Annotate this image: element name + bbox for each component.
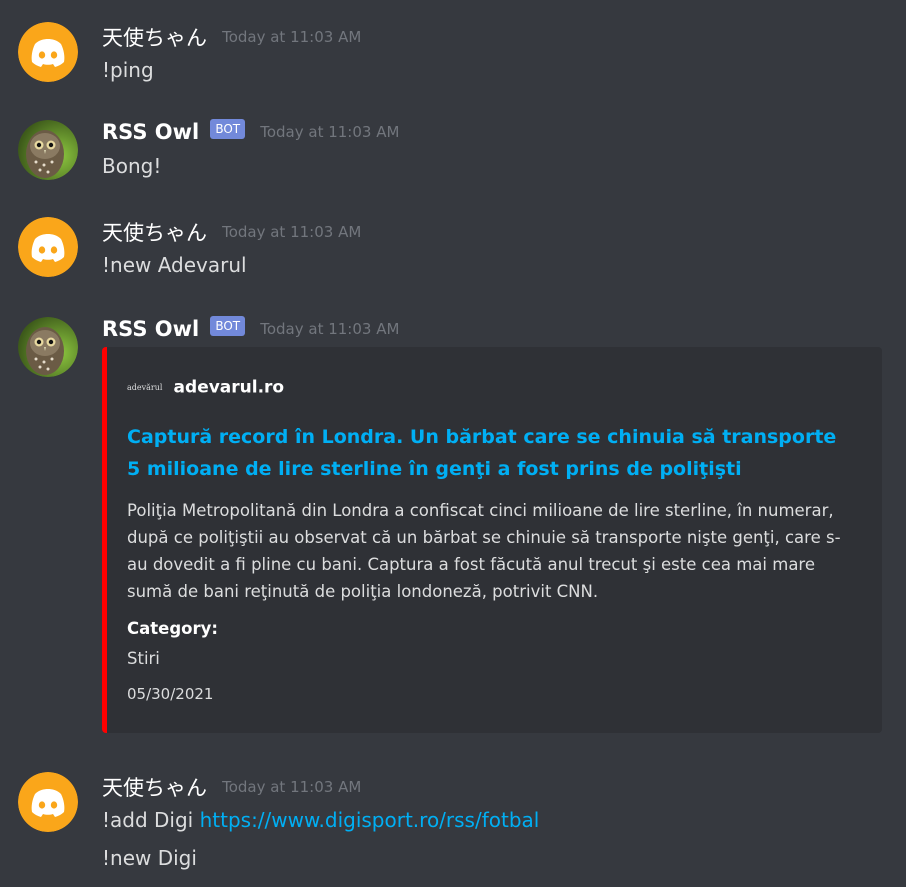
username[interactable]: 天使ちゃん [102, 221, 207, 245]
embed-author[interactable]: adevărul adevarul.ro [127, 377, 284, 398]
embed-description: Poliţia Metropolitană din Londra a confi… [127, 501, 841, 601]
message-header: 天使ちゃん Today at 11:03 AM [102, 772, 361, 800]
embed-title-link[interactable]: Captură record în Londra. Un bărbat care… [127, 421, 847, 485]
message-header: RSS Owl BOT Today at 11:03 AM [102, 119, 399, 148]
rss-link[interactable]: https://www.digisport.ro/rss/fotbal [200, 808, 540, 832]
discord-avatar-icon[interactable] [18, 217, 78, 277]
message-content: !new Digi [102, 846, 197, 870]
message-header: 天使ちゃん Today at 11:03 AM [102, 217, 361, 245]
message-header: RSS Owl BOT Today at 11:03 AM [102, 316, 399, 345]
timestamp[interactable]: Today at 11:03 AM [222, 223, 361, 241]
owl-avatar-icon[interactable] [18, 120, 78, 180]
timestamp[interactable]: Today at 11:03 AM [222, 778, 361, 796]
timestamp[interactable]: Today at 11:03 AM [260, 123, 399, 141]
embed-field-name: Category: [127, 619, 218, 638]
message-text: !add Digi [102, 808, 200, 832]
timestamp[interactable]: Today at 11:03 AM [260, 320, 399, 338]
message-header: 天使ちゃん Today at 11:03 AM [102, 22, 361, 50]
embed-footer-date: 05/30/2021 [127, 685, 214, 703]
message-content: !new Adevarul [102, 253, 247, 277]
message-content: !ping [102, 58, 154, 82]
owl-avatar-icon[interactable] [18, 317, 78, 377]
bot-tag: BOT [210, 119, 246, 139]
username[interactable]: 天使ちゃん [102, 776, 207, 800]
username[interactable]: 天使ちゃん [102, 26, 207, 50]
bot-tag: BOT [210, 316, 246, 336]
chat-messages: 天使ちゃん Today at 11:03 AM !ping RSS Owl BO… [0, 0, 906, 887]
rss-embed: adevărul adevarul.ro Captură record în L… [102, 347, 882, 733]
embed-author-name[interactable]: adevarul.ro [174, 378, 285, 398]
message-content: Bong! [102, 154, 162, 178]
timestamp[interactable]: Today at 11:03 AM [222, 28, 361, 46]
username[interactable]: RSS Owl [102, 317, 199, 341]
discord-avatar-icon[interactable] [18, 22, 78, 82]
embed-field-value: Stiri [127, 649, 160, 668]
message-content: !add Digi https://www.digisport.ro/rss/f… [102, 808, 539, 832]
username[interactable]: RSS Owl [102, 120, 199, 144]
discord-avatar-icon[interactable] [18, 772, 78, 832]
adevarul-logo-icon: adevărul [127, 383, 163, 392]
